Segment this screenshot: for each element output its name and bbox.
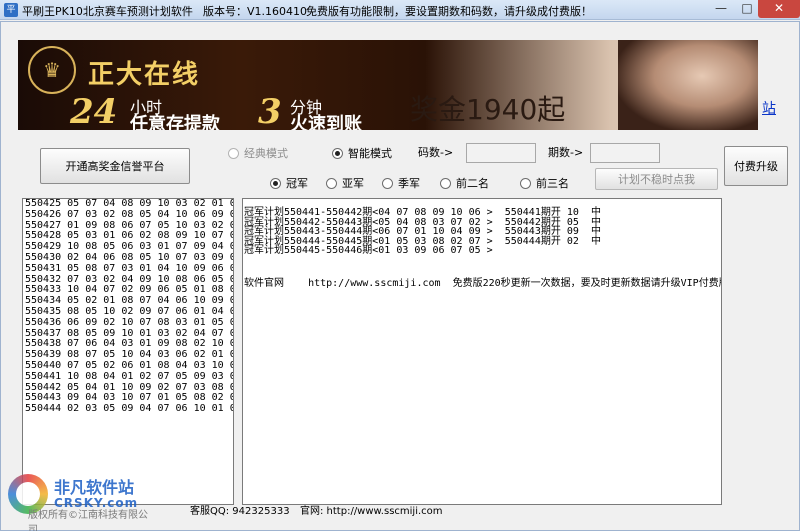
banner-hours-text: 任意存提款 — [130, 114, 220, 130]
radio-dot — [326, 177, 337, 189]
unstable-plan-button[interactable]: 计划不稳时点我 — [595, 168, 718, 190]
free-version-notice: 免费版有功能限制，要设置期数和码数，请升级成付费版！ — [306, 5, 592, 18]
banner-brand: 正大在线 — [88, 60, 201, 90]
code-count-label: 码数-> — [418, 146, 454, 159]
crown-logo-icon: ♛ — [28, 46, 76, 94]
banner-bonus: 奖金1940起 — [410, 93, 566, 126]
site-notice: 软件官网 http://www.sscmiji.com 免费版220秒更新一次数… — [244, 277, 722, 289]
position-label: 冠军 — [286, 177, 308, 190]
position-label: 前三名 — [536, 177, 569, 190]
period-count-label: 期数-> — [548, 146, 584, 159]
plan-line: 冠军计划550445-550446期<01 03 09 06 07 05 > — [244, 245, 493, 257]
radio-dot — [270, 177, 281, 189]
version-label: 版本号：V1.160410 — [203, 5, 308, 18]
crsky-watermark: 非凡软件站 CRSKY.com 版权所有©江南科技有限公司 — [6, 470, 156, 531]
close-button[interactable]: ✕ — [758, 0, 800, 18]
classic-mode-radio[interactable]: 经典模式 — [228, 145, 288, 161]
history-row[interactable]: 550444 02 03 05 09 04 07 06 10 01 08 — [23, 403, 233, 415]
open-platform-button[interactable]: 开通高奖金信誉平台 — [40, 148, 190, 184]
minimize-button[interactable]: — — [708, 0, 734, 18]
radio-dot — [520, 177, 531, 189]
radio-dot — [228, 147, 239, 159]
position-radio-champion[interactable]: 冠军 — [270, 175, 308, 191]
banner-hours-number: 24 — [70, 92, 118, 130]
period-count-input[interactable] — [590, 143, 660, 163]
position-label: 亚军 — [342, 177, 364, 190]
official-website: 官网: http://www.sscmiji.com — [300, 506, 443, 517]
smart-mode-label: 智能模式 — [348, 147, 392, 160]
smart-mode-radio[interactable]: 智能模式 — [332, 145, 392, 161]
history-row[interactable]: 550441 10 08 04 01 02 07 05 09 03 06 — [23, 371, 233, 383]
history-row[interactable]: 550426 07 03 02 08 05 04 10 06 09 01 — [23, 209, 233, 221]
watermark-name: 非凡软件站 — [54, 478, 135, 497]
position-radio-top-three[interactable]: 前三名 — [520, 175, 569, 191]
watermark-logo-center — [16, 482, 40, 506]
draw-history-list[interactable]: 550425 05 07 04 08 09 10 03 02 01 06 5504… — [22, 198, 234, 505]
position-label: 前二名 — [456, 177, 489, 190]
history-row[interactable]: 550431 05 08 07 03 01 04 10 09 06 02 — [23, 263, 233, 275]
maximize-button[interactable]: □ — [734, 0, 760, 18]
app-icon: 平 — [4, 3, 18, 17]
radio-dot — [440, 177, 451, 189]
watermark-copyright: 版权所有©江南科技有限公司 — [28, 510, 148, 531]
position-label: 季军 — [398, 177, 420, 190]
banner-portrait — [618, 40, 758, 130]
position-radio-top-two[interactable]: 前二名 — [440, 175, 489, 191]
upgrade-button[interactable]: 付费升级 — [724, 146, 788, 186]
radio-dot — [332, 147, 343, 159]
ad-banner[interactable]: ♛ 正大在线 24 小时 任意存提款 3 分钟 火速到账 奖金1940起 — [18, 40, 758, 130]
radio-dot — [382, 177, 393, 189]
position-radio-third[interactable]: 季军 — [382, 175, 420, 191]
service-qq: 客服QQ: 942325333 — [190, 506, 290, 517]
plan-lines: 冠军计划550441-550442期<04 07 08 09 10 06 > 5… — [244, 208, 721, 256]
code-count-input[interactable] — [466, 143, 536, 163]
banner-minutes-number: 3 — [258, 92, 282, 130]
position-radio-second[interactable]: 亚军 — [326, 175, 364, 191]
history-row[interactable]: 550436 06 09 02 10 07 08 03 01 05 04 — [23, 317, 233, 329]
app-title: 平刷王PK10北京赛车预测计划软件 — [22, 5, 193, 18]
site-link[interactable]: 站 — [762, 98, 776, 118]
banner-minutes-text: 火速到账 — [290, 114, 362, 130]
plan-output-panel[interactable]: 冠军计划550441-550442期<04 07 08 09 10 06 > 5… — [242, 198, 722, 505]
title-bar: 平 平刷王PK10北京赛车预测计划软件 版本号：V1.160410 免费版有功能… — [0, 0, 800, 20]
classic-mode-label: 经典模式 — [244, 147, 288, 160]
